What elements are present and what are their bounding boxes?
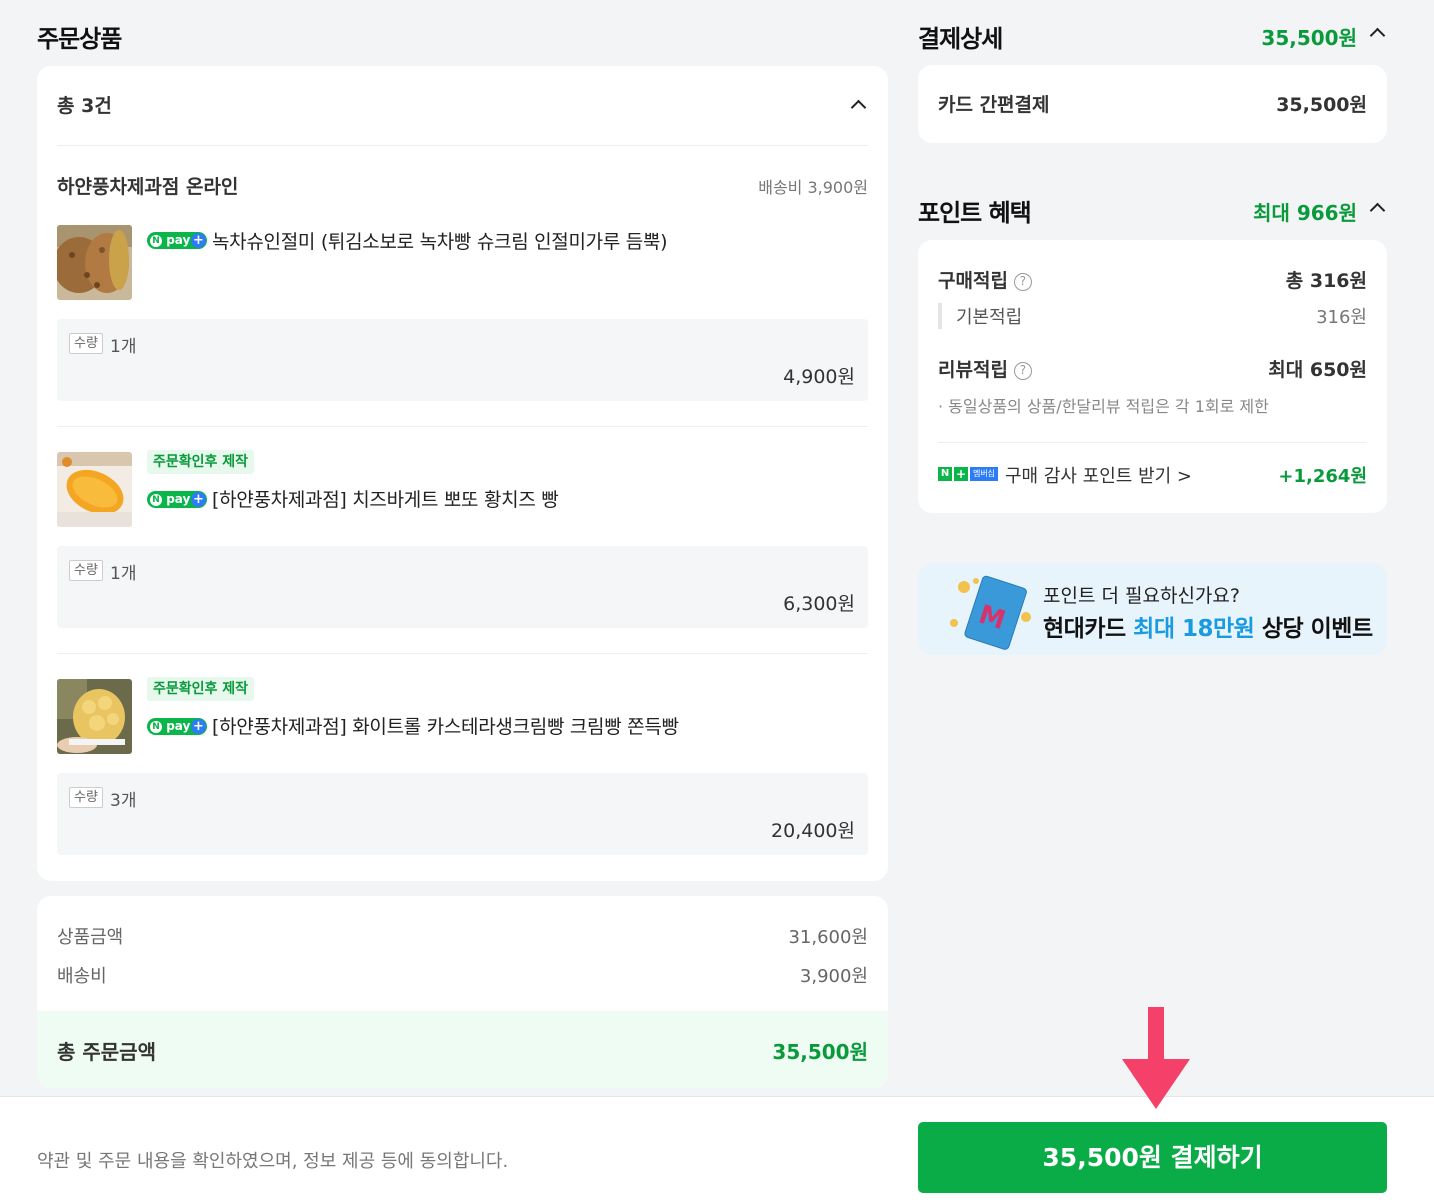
shipping-value: 3,900원 xyxy=(799,966,868,987)
order-summary-card: 상품금액 31,600원 배송비 3,900원 총 주문금액 35,500원 xyxy=(37,896,888,1088)
made-after-order-badge: 주문확인후 제작 xyxy=(147,677,255,701)
product-amount-value: 31,600원 xyxy=(788,927,868,948)
help-icon[interactable]: ? xyxy=(1013,362,1032,380)
item-price: 6,300원 xyxy=(783,593,855,615)
order-item: N pay + 녹차슈인절미 (튀김소보로 녹차빵 슈크림 인절미가루 듬뿍) 수… xyxy=(57,225,868,401)
payment-method-label: 카드 간편결제 xyxy=(938,94,1050,116)
quantity-value: 3개 xyxy=(110,791,137,811)
npay-plus-badge: N pay + xyxy=(147,232,207,249)
product-thumbnail[interactable] xyxy=(57,225,132,300)
shipping-row: 배송비 3,900원 xyxy=(57,962,868,988)
quantity-label: 수량 xyxy=(69,787,103,808)
quantity-label: 수량 xyxy=(69,560,103,581)
order-header[interactable]: 총 3건 xyxy=(57,66,868,146)
banner-line1: 포인트 더 필요하신가요? xyxy=(1043,585,1240,607)
chevron-up-icon[interactable] xyxy=(850,99,867,116)
order-item: 주문확인후 제작 N pay + [하얀풍차제과점] 화이트롤 카스테라생크림빵 … xyxy=(57,677,868,855)
card-event-banner[interactable]: M 포인트 더 필요하신가요? 현대카드 최대 18만원 상당 이벤트 xyxy=(918,563,1387,655)
quantity-value: 1개 xyxy=(110,337,137,357)
point-benefit-card: 구매적립? 총 316원 기본적립 316원 리뷰적립? 최대 650원 · 동… xyxy=(918,240,1387,513)
product-name[interactable]: [하얀풍차제과점] 치즈바게트 뽀또 황치즈 빵 xyxy=(212,485,559,512)
bread-image-icon xyxy=(57,225,132,300)
purchase-point-label: 구매적립 xyxy=(938,270,1008,292)
point-benefit-title: 포인트 혜택 xyxy=(918,199,1032,227)
down-arrow-annotation-icon xyxy=(1122,1007,1190,1109)
pay-button[interactable]: 35,500원 결제하기 xyxy=(918,1122,1387,1193)
made-after-order-badge: 주문확인후 제작 xyxy=(147,450,255,474)
total-order-value: 35,500원 xyxy=(772,1040,868,1064)
banner-line2: 현대카드 최대 18만원 상당 이벤트 xyxy=(1043,616,1373,642)
npay-plus-badge: N pay + xyxy=(147,718,207,735)
quantity-box: 수량 1개 6,300원 xyxy=(57,546,868,628)
purchase-point-value: 총 316원 xyxy=(1285,270,1367,292)
npay-plus-badge: N pay + xyxy=(147,491,207,508)
basic-point-label: 기본적립 xyxy=(956,307,1023,328)
order-section-title: 주문상품 xyxy=(37,25,122,53)
item-price: 4,900원 xyxy=(783,366,855,388)
order-total-count: 총 3건 xyxy=(57,95,112,117)
agreement-text: 약관 및 주문 내용을 확인하였으며, 정보 제공 등에 동의합니다. xyxy=(37,1151,509,1172)
review-point-note: · 동일상품의 상품/한달리뷰 적립은 각 1회로 제한 xyxy=(938,397,1269,416)
point-divider xyxy=(938,442,1367,443)
quantity-box: 수량 3개 20,400원 xyxy=(57,773,868,855)
quantity-box: 수량 1개 4,900원 xyxy=(57,319,868,401)
npay-membership-badge-icon: N + 멤버십 xyxy=(938,467,998,481)
product-amount-label: 상품금액 xyxy=(57,927,124,948)
quantity-value: 1개 xyxy=(110,564,137,584)
shipping-fee: 배송비 3,900원 xyxy=(758,178,868,197)
order-card: 총 3건 하얀풍차제과점 온라인 배송비 3,900원 N pay + 녹차슈인… xyxy=(37,66,888,881)
payment-method-value: 35,500원 xyxy=(1276,94,1367,116)
total-order-row: 총 주문금액 35,500원 xyxy=(37,1011,888,1088)
order-item: 주문확인후 제작 N pay + [하얀풍차제과점] 치즈바게트 뽀또 황치즈 빵… xyxy=(57,450,868,628)
product-thumbnail[interactable] xyxy=(57,452,132,527)
basic-point-value: 316원 xyxy=(1316,307,1367,328)
chevron-up-icon[interactable] xyxy=(1369,202,1386,219)
item-price: 20,400원 xyxy=(771,820,855,842)
item-divider xyxy=(57,426,868,427)
payment-detail-title: 결제상세 xyxy=(918,25,1003,53)
product-thumbnail[interactable] xyxy=(57,679,132,754)
product-amount-row: 상품금액 31,600원 xyxy=(57,923,868,949)
checkout-bar: 약관 및 주문 내용을 확인하였으며, 정보 제공 등에 동의합니다. 35,5… xyxy=(0,1096,1434,1204)
review-point-label: 리뷰적립 xyxy=(938,359,1008,381)
help-icon[interactable]: ? xyxy=(1013,273,1032,291)
bread-image-icon xyxy=(57,452,132,527)
review-point-row: 리뷰적립? 최대 650원 xyxy=(938,355,1367,382)
basic-point-row: 기본적립 316원 xyxy=(938,303,1367,329)
payment-detail-amount: 35,500원 xyxy=(1261,26,1357,50)
membership-point-value: +1,264원 xyxy=(1278,466,1367,487)
quantity-label: 수량 xyxy=(69,333,103,354)
credit-card-icon: M xyxy=(950,575,1031,650)
purchase-point-row: 구매적립? 총 316원 xyxy=(938,266,1367,293)
point-benefit-max: 최대 966원 xyxy=(1253,201,1357,225)
item-divider xyxy=(57,653,868,654)
shipping-label: 배송비 xyxy=(57,966,107,987)
product-name[interactable]: 녹차슈인절미 (튀김소보로 녹차빵 슈크림 인절미가루 듬뿍) xyxy=(212,227,668,254)
chevron-up-icon[interactable] xyxy=(1369,27,1386,44)
membership-point-link[interactable]: 구매 감사 포인트 받기 > xyxy=(1005,462,1192,488)
bread-image-icon xyxy=(57,679,132,754)
seller-name: 하얀풍차제과점 온라인 xyxy=(57,176,239,198)
payment-method-card: 카드 간편결제 35,500원 xyxy=(918,65,1387,143)
product-name[interactable]: [하얀풍차제과점] 화이트롤 카스테라생크림빵 크림빵 쫀득빵 xyxy=(212,712,679,739)
review-point-value: 최대 650원 xyxy=(1268,359,1367,381)
total-order-label: 총 주문금액 xyxy=(57,1040,156,1064)
